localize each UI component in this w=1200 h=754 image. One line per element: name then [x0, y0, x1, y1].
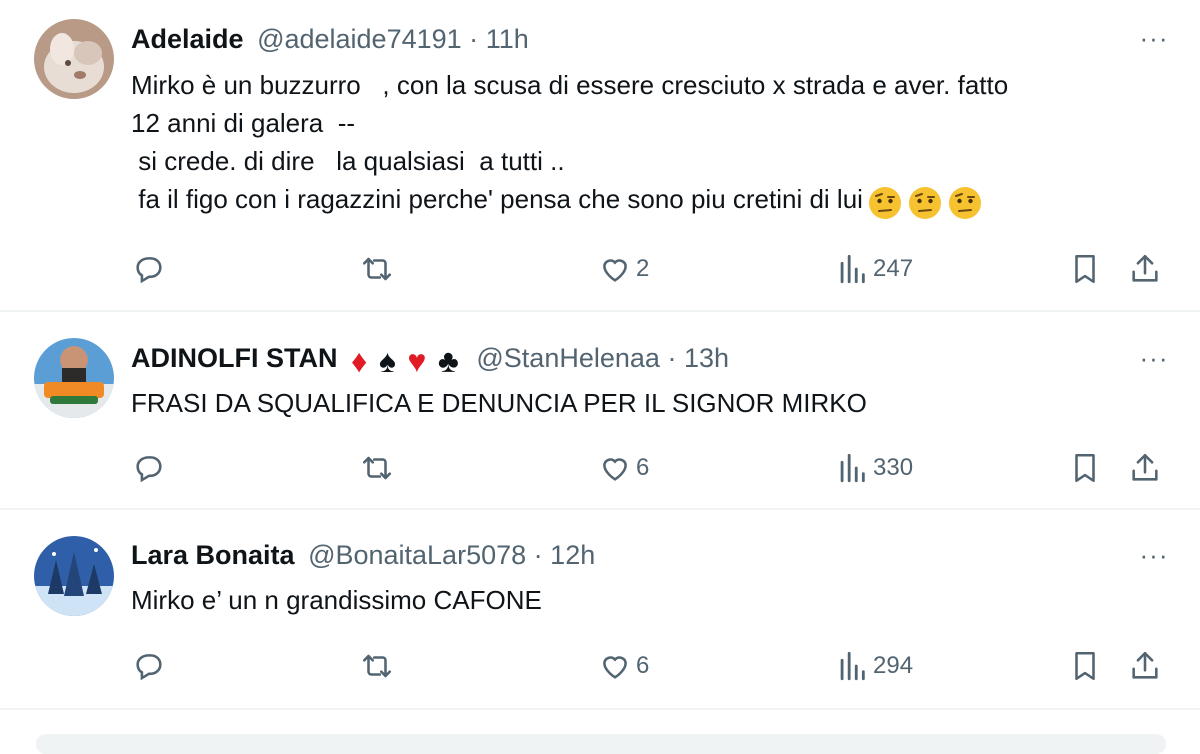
bookmark-icon: [1075, 254, 1095, 283]
like-button[interactable]: 2: [598, 248, 649, 288]
separator-dot: ·: [533, 540, 543, 570]
separator-dot: ·: [469, 24, 479, 54]
next-item-edge: [36, 734, 1166, 754]
reply-icon: [136, 653, 162, 680]
tweet-text: FRASI DA SQUALIFICA E DENUNCIA PER IL SI…: [131, 388, 867, 418]
user-handle[interactable]: @adelaide74191: [257, 24, 462, 54]
share-button[interactable]: [1128, 447, 1162, 487]
retweet-button[interactable]: [360, 645, 394, 685]
timestamp[interactable]: 12h: [550, 540, 595, 570]
action-bar: 6 330: [0, 447, 1200, 487]
action-bar: 2 247: [0, 248, 1200, 288]
heart-icon: [603, 656, 627, 679]
tweet-header: ADINOLFI STAN ♦ ♠ ♥ ♣ @StanHelenaa · 13h: [131, 340, 729, 379]
face-with-raised-eyebrow-icon: [868, 186, 901, 219]
view-count: 247: [873, 254, 914, 282]
timestamp[interactable]: 11h: [486, 24, 529, 54]
share-button[interactable]: [1128, 248, 1162, 288]
club-suit: ♣: [437, 342, 459, 379]
retweet-button[interactable]: [360, 447, 394, 487]
tweet-adelaide[interactable]: Adelaide @adelaide74191 · 11h ··· Mirko …: [0, 0, 1200, 312]
views-button[interactable]: 247: [835, 248, 913, 288]
reply-icon: [136, 256, 162, 283]
retweet-icon: [362, 456, 392, 479]
like-button[interactable]: 6: [598, 447, 649, 487]
retweet-icon: [362, 257, 392, 280]
retweet-button[interactable]: [360, 248, 394, 288]
retweet-icon: [362, 654, 392, 677]
like-button[interactable]: 6: [598, 645, 649, 685]
view-count: 294: [873, 651, 914, 679]
like-count: 2: [636, 254, 650, 282]
display-name[interactable]: Lara Bonaita: [131, 540, 295, 570]
views-chart-icon: [840, 254, 865, 283]
share-button[interactable]: [1128, 645, 1162, 685]
share-icon: [1132, 651, 1158, 679]
view-count: 330: [873, 453, 914, 481]
tweet-adinolfi-stan[interactable]: ADINOLFI STAN ♦ ♠ ♥ ♣ @StanHelenaa · 13h…: [0, 312, 1200, 510]
bookmark-button[interactable]: [1068, 645, 1102, 685]
card-suits: ♦ ♠ ♥ ♣: [351, 341, 463, 379]
action-bar: 6 294: [0, 645, 1200, 685]
user-handle[interactable]: @BonaitaLar5078: [308, 540, 526, 570]
tweet-text: Mirko e’ un n grandissimo CAFONE: [131, 585, 542, 615]
avatar[interactable]: [34, 338, 114, 418]
more-options-icon[interactable]: ···: [1138, 539, 1170, 571]
display-name[interactable]: Adelaide: [131, 24, 244, 54]
separator-dot: ·: [667, 343, 677, 373]
diamond-suit: ♦: [351, 342, 368, 379]
reply-feed: Adelaide @adelaide74191 · 11h ··· Mirko …: [0, 0, 1200, 754]
bookmark-button[interactable]: [1068, 447, 1102, 487]
face-with-raised-eyebrow-icon: [948, 186, 981, 219]
like-count: 6: [636, 453, 650, 481]
tweet-header: Lara Bonaita @BonaitaLar5078 · 12h: [131, 537, 595, 573]
timestamp[interactable]: 13h: [684, 343, 729, 373]
views-button[interactable]: 330: [835, 447, 913, 487]
heart-suit: ♥: [407, 342, 427, 379]
like-count: 6: [636, 651, 650, 679]
user-handle[interactable]: @StanHelenaa: [476, 343, 660, 373]
reply-icon: [136, 455, 162, 482]
more-options-icon[interactable]: ···: [1138, 22, 1170, 54]
heart-icon: [603, 259, 627, 282]
share-icon: [1132, 254, 1158, 282]
views-button[interactable]: 294: [835, 645, 913, 685]
tweet-header: Adelaide @adelaide74191 · 11h: [131, 21, 529, 57]
spade-suit: ♠: [378, 342, 396, 379]
avatar[interactable]: [34, 536, 114, 616]
views-chart-icon: [840, 453, 865, 482]
avatar[interactable]: [34, 19, 114, 99]
reply-button[interactable]: [132, 447, 166, 487]
bookmark-icon: [1075, 651, 1095, 680]
bookmark-icon: [1075, 453, 1095, 482]
display-name[interactable]: ADINOLFI STAN: [131, 343, 337, 373]
reply-button[interactable]: [132, 248, 166, 288]
face-with-raised-eyebrow-icon: [908, 186, 941, 219]
views-chart-icon: [840, 651, 865, 680]
emoji-group: [863, 182, 983, 221]
heart-icon: [603, 458, 627, 481]
more-options-icon[interactable]: ···: [1138, 342, 1170, 374]
reply-button[interactable]: [132, 645, 166, 685]
tweet-lara-bonaita[interactable]: Lara Bonaita @BonaitaLar5078 · 12h ··· M…: [0, 510, 1200, 710]
bookmark-button[interactable]: [1068, 248, 1102, 288]
tweet-text: Mirko è un buzzurro , con la scusa di es…: [131, 66, 1161, 221]
share-icon: [1132, 453, 1158, 481]
